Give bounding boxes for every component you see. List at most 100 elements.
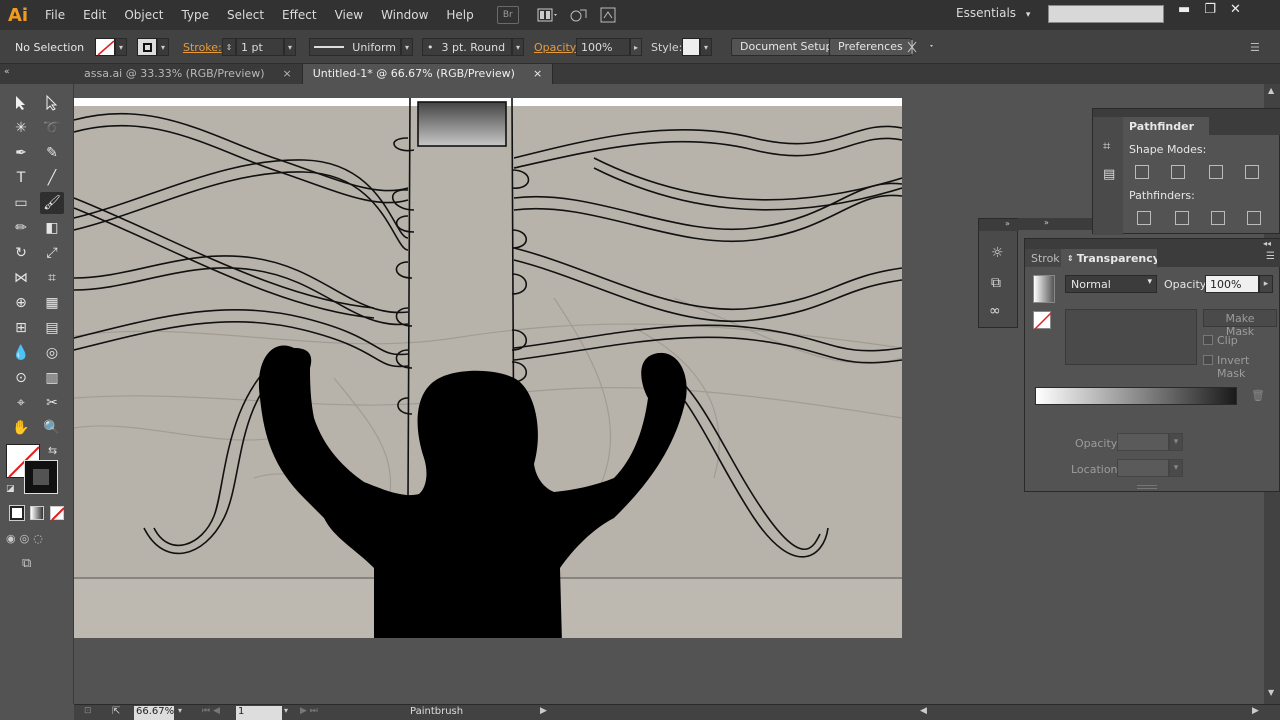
search-input[interactable] <box>1048 5 1164 23</box>
last-artboard-icon[interactable]: ▶ ⏭ <box>300 706 318 716</box>
close-icon[interactable]: × <box>533 67 542 81</box>
close-icon[interactable]: × <box>283 67 292 81</box>
preferences-button[interactable]: Preferences <box>829 38 912 56</box>
tab-untitled[interactable]: Untitled-1* @ 66.67% (RGB/Preview) × <box>302 64 554 84</box>
chevron-down-icon[interactable]: ▾ <box>157 38 169 56</box>
scroll-down-icon[interactable]: ▼ <box>1268 688 1274 697</box>
draw-behind-icon[interactable]: ◎ <box>20 532 30 545</box>
sync-icon[interactable] <box>567 6 589 24</box>
delete-stop-icon[interactable]: 🗑 <box>1251 389 1265 402</box>
make-mask-button[interactable]: Make Mask <box>1203 309 1277 338</box>
status-menu-icon[interactable]: ▶ <box>540 706 547 716</box>
menu-edit[interactable]: Edit <box>74 0 115 30</box>
appearance-icon[interactable]: ☼ <box>991 245 1004 261</box>
merge-icon[interactable] <box>1211 211 1225 225</box>
intersect-icon[interactable] <box>1209 165 1223 179</box>
blend-mode-select[interactable]: Normal ▾ <box>1065 275 1157 293</box>
chevron-right-icon[interactable]: ▸ <box>630 38 642 56</box>
artboard[interactable] <box>74 98 902 638</box>
shape-builder-tool-icon[interactable]: ⊕ <box>9 292 33 314</box>
align-icon[interactable]: ▤ <box>1103 167 1115 182</box>
stroke-panel-link[interactable]: Stroke: <box>183 38 222 56</box>
none-fill-icon[interactable] <box>1033 311 1052 330</box>
gradient-icon[interactable] <box>30 506 44 520</box>
tab-assa[interactable]: assa.ai @ 33.33% (RGB/Preview) × <box>74 64 303 84</box>
document-setup-button[interactable]: Document Setup <box>731 38 842 56</box>
stroke-weight-control[interactable]: ⇕ 1 pt ▾ <box>222 38 296 56</box>
bridge-icon[interactable]: Br <box>496 6 519 24</box>
stroke-swatch-icon[interactable] <box>24 460 58 494</box>
graphic-style[interactable]: ▾ <box>682 38 712 56</box>
tab-transparency[interactable]: ⇕ Transparency <box>1061 249 1160 267</box>
scroll-left-icon[interactable]: ◀ <box>920 706 927 716</box>
panel-menu-icon[interactable]: ☰ <box>1266 251 1275 262</box>
opacity-link[interactable]: Opacity: <box>534 38 579 56</box>
divide-icon[interactable] <box>1137 211 1151 225</box>
eyedropper-tool-icon[interactable]: 💧 <box>9 342 33 364</box>
opacity-input[interactable]: 100% <box>1205 275 1259 293</box>
cc-libraries-icon[interactable]: ∞ <box>989 303 1001 319</box>
menu-window[interactable]: Window <box>372 0 437 30</box>
menu-type[interactable]: Type <box>172 0 218 30</box>
width-tool-icon[interactable]: ⋈ <box>9 267 33 289</box>
maximize-icon[interactable]: ❐ <box>1204 2 1216 17</box>
resize-grip-icon[interactable] <box>1137 485 1157 489</box>
default-colors-icon[interactable]: ◪ <box>6 484 15 494</box>
chevron-right-icon[interactable]: ▸ <box>1259 275 1273 293</box>
chevron-down-icon[interactable]: ▾ <box>512 38 524 56</box>
panel-grip[interactable] <box>1093 109 1280 117</box>
direct-selection-tool-icon[interactable] <box>40 92 64 114</box>
chevron-down-icon[interactable]: ▾ <box>284 706 288 715</box>
navigator-icon[interactable]: ⊡ <box>84 706 92 716</box>
scroll-up-icon[interactable]: ▲ <box>1268 86 1274 95</box>
arrange-documents-icon[interactable] <box>537 6 559 24</box>
scroll-right-icon[interactable]: ▶ <box>1252 706 1259 716</box>
opacity-control[interactable]: 100% ▸ <box>576 38 642 56</box>
chevron-down-icon[interactable]: ▾ <box>115 38 127 56</box>
type-tool-icon[interactable]: T <box>9 167 33 189</box>
share-icon[interactable]: ⇱ <box>112 706 120 717</box>
zoom-tool-icon[interactable]: 🔍 <box>40 417 64 439</box>
lasso-tool-icon[interactable]: ➰ <box>40 117 64 139</box>
swap-fill-stroke-icon[interactable]: ⇆ <box>48 444 57 457</box>
chevron-down-icon[interactable]: ▾ <box>700 38 712 56</box>
gradient-slider[interactable] <box>1035 387 1237 405</box>
fill-color[interactable]: ▾ <box>95 38 127 56</box>
artboard-tool-icon[interactable]: ⌖ <box>9 392 33 414</box>
rectangle-tool-icon[interactable]: ▭ <box>9 192 33 214</box>
minus-front-icon[interactable] <box>1171 165 1185 179</box>
screen-mode-icon[interactable]: ⧉ <box>22 556 31 571</box>
artboard-field[interactable]: 1 <box>236 706 282 720</box>
menu-effect[interactable]: Effect <box>273 0 326 30</box>
collapse-tools-icon[interactable]: « <box>0 64 74 84</box>
menu-file[interactable]: File <box>36 0 74 30</box>
expand-panels-icon[interactable]: » <box>1018 218 1092 230</box>
tab-pathfinder[interactable]: Pathfinder <box>1123 117 1209 135</box>
perspective-grid-tool-icon[interactable]: ▦ <box>40 292 64 314</box>
expand-panels-icon[interactable]: » <box>979 219 1019 231</box>
blend-tool-icon[interactable]: ◎ <box>40 342 64 364</box>
opacity-input[interactable]: 100% <box>576 38 630 56</box>
gradient-thumbnail[interactable] <box>1033 275 1055 303</box>
symbol-sprayer-tool-icon[interactable]: ⊙ <box>9 367 33 389</box>
invert-mask-checkbox[interactable] <box>1203 355 1213 365</box>
minimize-icon[interactable]: ▬ <box>1178 2 1190 17</box>
paintbrush-tool-icon[interactable]: 🖌 <box>40 192 64 214</box>
workspace-switcher[interactable]: Essentials ▾ <box>956 6 1030 20</box>
variable-width-profile[interactable]: Uniform ▾ <box>309 38 413 56</box>
unite-icon[interactable] <box>1135 165 1149 179</box>
chevron-down-icon[interactable]: ▾ <box>1169 433 1183 451</box>
location-field[interactable] <box>1117 459 1169 477</box>
clip-checkbox[interactable] <box>1203 335 1213 345</box>
collapse-panel-icon[interactable]: ◂◂ <box>1025 239 1280 249</box>
menu-select[interactable]: Select <box>218 0 273 30</box>
transform-icon[interactable]: ⌗ <box>1103 139 1110 154</box>
slice-tool-icon[interactable]: ✂ <box>40 392 64 414</box>
zoom-field[interactable]: 66.67% <box>134 706 174 720</box>
draw-normal-icon[interactable]: ◉ <box>6 532 16 545</box>
stroke-weight-input[interactable]: 1 pt <box>236 38 284 56</box>
chevron-down-icon[interactable]: ▾ <box>1169 459 1183 477</box>
chevron-down-icon[interactable]: ▾ <box>401 38 413 56</box>
color-icon[interactable] <box>9 505 25 521</box>
pen-tool-icon[interactable]: ✒ <box>9 142 33 164</box>
